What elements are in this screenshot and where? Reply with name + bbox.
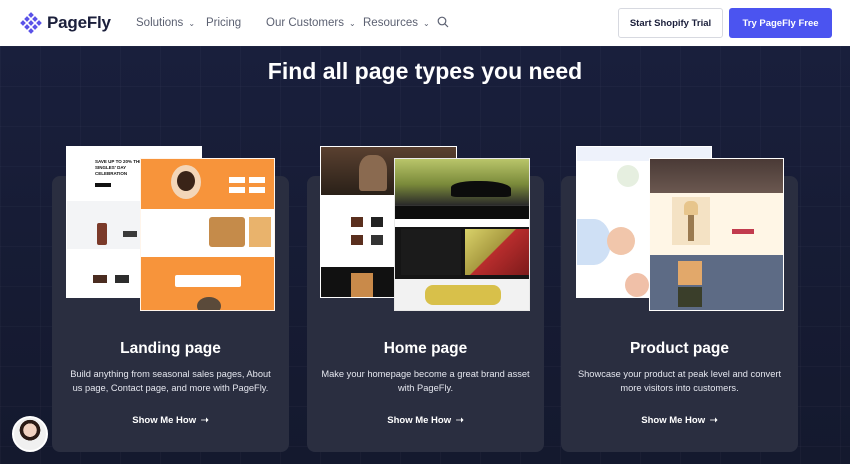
show-me-how-link[interactable]: Show Me How ➝: [307, 415, 544, 426]
nav-pricing[interactable]: Pricing: [206, 17, 241, 29]
preview-divider: [395, 219, 529, 227]
support-chat-avatar[interactable]: [12, 416, 48, 452]
preview-hero-image: [359, 155, 387, 191]
show-me-how-label: Show Me How: [641, 415, 706, 426]
preview-product-image: [617, 165, 639, 187]
show-me-how-label: Show Me How: [387, 415, 452, 426]
section-title: Find all page types you need: [267, 58, 583, 84]
preview-buy-button: [732, 229, 754, 234]
preview-product: [115, 275, 129, 283]
site-header: PageFly Solutions ⌄ Pricing Our Customer…: [0, 0, 850, 46]
chevron-down-icon: ⌄: [422, 18, 430, 28]
preview-car: [451, 181, 511, 197]
preview-portrait: [607, 227, 635, 255]
preview-image: [465, 229, 529, 275]
preview-text-block: [401, 229, 461, 275]
preview-lamp: [684, 201, 698, 215]
right-arrow-icon: ➝: [709, 415, 718, 426]
preview-portrait: [177, 171, 195, 191]
brand-logo[interactable]: PageFly: [20, 12, 111, 34]
preview-product: [371, 217, 383, 227]
preview-taxi: [425, 285, 501, 305]
preview-image: [351, 273, 373, 297]
try-pagefly-free-button[interactable]: Try PageFly Free: [729, 8, 832, 38]
show-me-how-link[interactable]: Show Me How ➝: [561, 415, 798, 426]
preview-lamp: [688, 215, 694, 241]
preview-product: [371, 235, 383, 245]
preview-image: [197, 297, 221, 310]
nav-our-customers[interactable]: Our Customers ⌄: [266, 17, 356, 29]
preview-product: [97, 223, 107, 245]
preview-tile: [229, 187, 245, 193]
right-arrow-icon: ➝: [200, 415, 209, 426]
nav-solutions[interactable]: Solutions ⌄: [136, 17, 195, 29]
preview-product: [351, 217, 363, 227]
pagefly-logo-icon: [20, 12, 42, 34]
preview-image: [678, 287, 702, 307]
product-preview-front: [649, 158, 784, 311]
chevron-down-icon: ⌄: [188, 18, 196, 28]
preview-tile: [249, 187, 265, 193]
nav-resources[interactable]: Resources ⌄: [363, 17, 430, 29]
preview-portrait: [625, 273, 649, 297]
chevron-down-icon: ⌄: [348, 18, 356, 28]
card-title: Home page: [383, 340, 468, 357]
brand-name: PageFly: [47, 13, 111, 32]
card-description: Make your homepage become a great brand …: [321, 369, 530, 393]
landing-preview-front: [140, 158, 275, 311]
preview-product: [123, 231, 137, 237]
preview-decor: [577, 219, 611, 265]
preview-hero-text: SAVE UP TO 20% THIS SINGLES' DAY CELEBRA…: [95, 159, 144, 176]
preview-band: [650, 255, 783, 310]
home-preview-front: [394, 158, 530, 311]
preview-image: [209, 217, 245, 247]
preview-tile: [229, 177, 245, 183]
card-description: Build anything from seasonal sales pages…: [70, 369, 271, 393]
search-icon[interactable]: [437, 16, 449, 28]
nav-resources-label: Resources: [363, 17, 418, 29]
nav-pricing-label: Pricing: [206, 17, 242, 29]
preview-product: [351, 235, 363, 245]
preview-image: [678, 261, 702, 285]
preview-tile: [249, 177, 265, 183]
preview-product: [93, 275, 107, 283]
card-title: Landing page: [120, 340, 221, 357]
preview-button: [95, 183, 111, 187]
preview-form: [175, 275, 241, 287]
start-shopify-trial-button[interactable]: Start Shopify Trial: [618, 8, 723, 38]
show-me-how-link[interactable]: Show Me How ➝: [52, 415, 289, 426]
show-me-how-label: Show Me How: [132, 415, 197, 426]
preview-stats-bar: [395, 205, 529, 219]
nav-our-customers-label: Our Customers: [266, 17, 344, 29]
card-title: Product page: [629, 340, 730, 357]
right-arrow-icon: ➝: [455, 415, 464, 426]
nav-solutions-label: Solutions: [136, 17, 184, 29]
card-description: Showcase your product at peak level and …: [577, 369, 782, 393]
preview-image: [249, 217, 271, 247]
preview-hero: [650, 159, 783, 193]
